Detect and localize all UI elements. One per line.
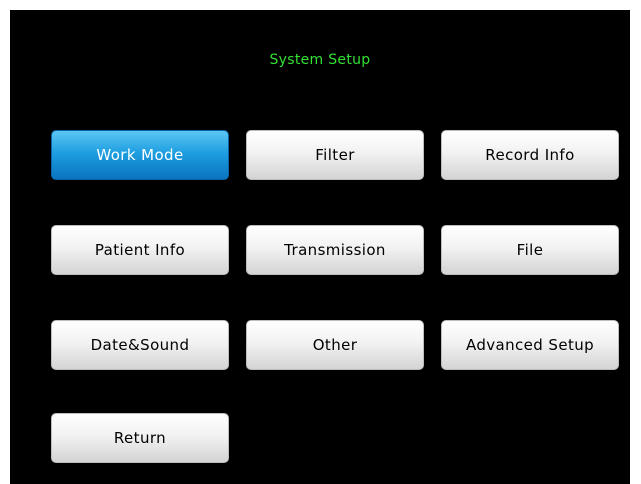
date-sound-button[interactable]: Date&Sound — [51, 320, 229, 370]
filter-button[interactable]: Filter — [246, 130, 424, 180]
advanced-setup-button[interactable]: Advanced Setup — [441, 320, 619, 370]
device-screen: System Setup Work Mode Filter Record Inf… — [10, 10, 630, 484]
work-mode-button[interactable]: Work Mode — [51, 130, 229, 180]
page-title: System Setup — [269, 52, 371, 68]
return-button[interactable]: Return — [51, 413, 229, 463]
transmission-button[interactable]: Transmission — [246, 225, 424, 275]
file-button[interactable]: File — [441, 225, 619, 275]
record-info-button[interactable]: Record Info — [441, 130, 619, 180]
other-button[interactable]: Other — [246, 320, 424, 370]
patient-info-button[interactable]: Patient Info — [51, 225, 229, 275]
